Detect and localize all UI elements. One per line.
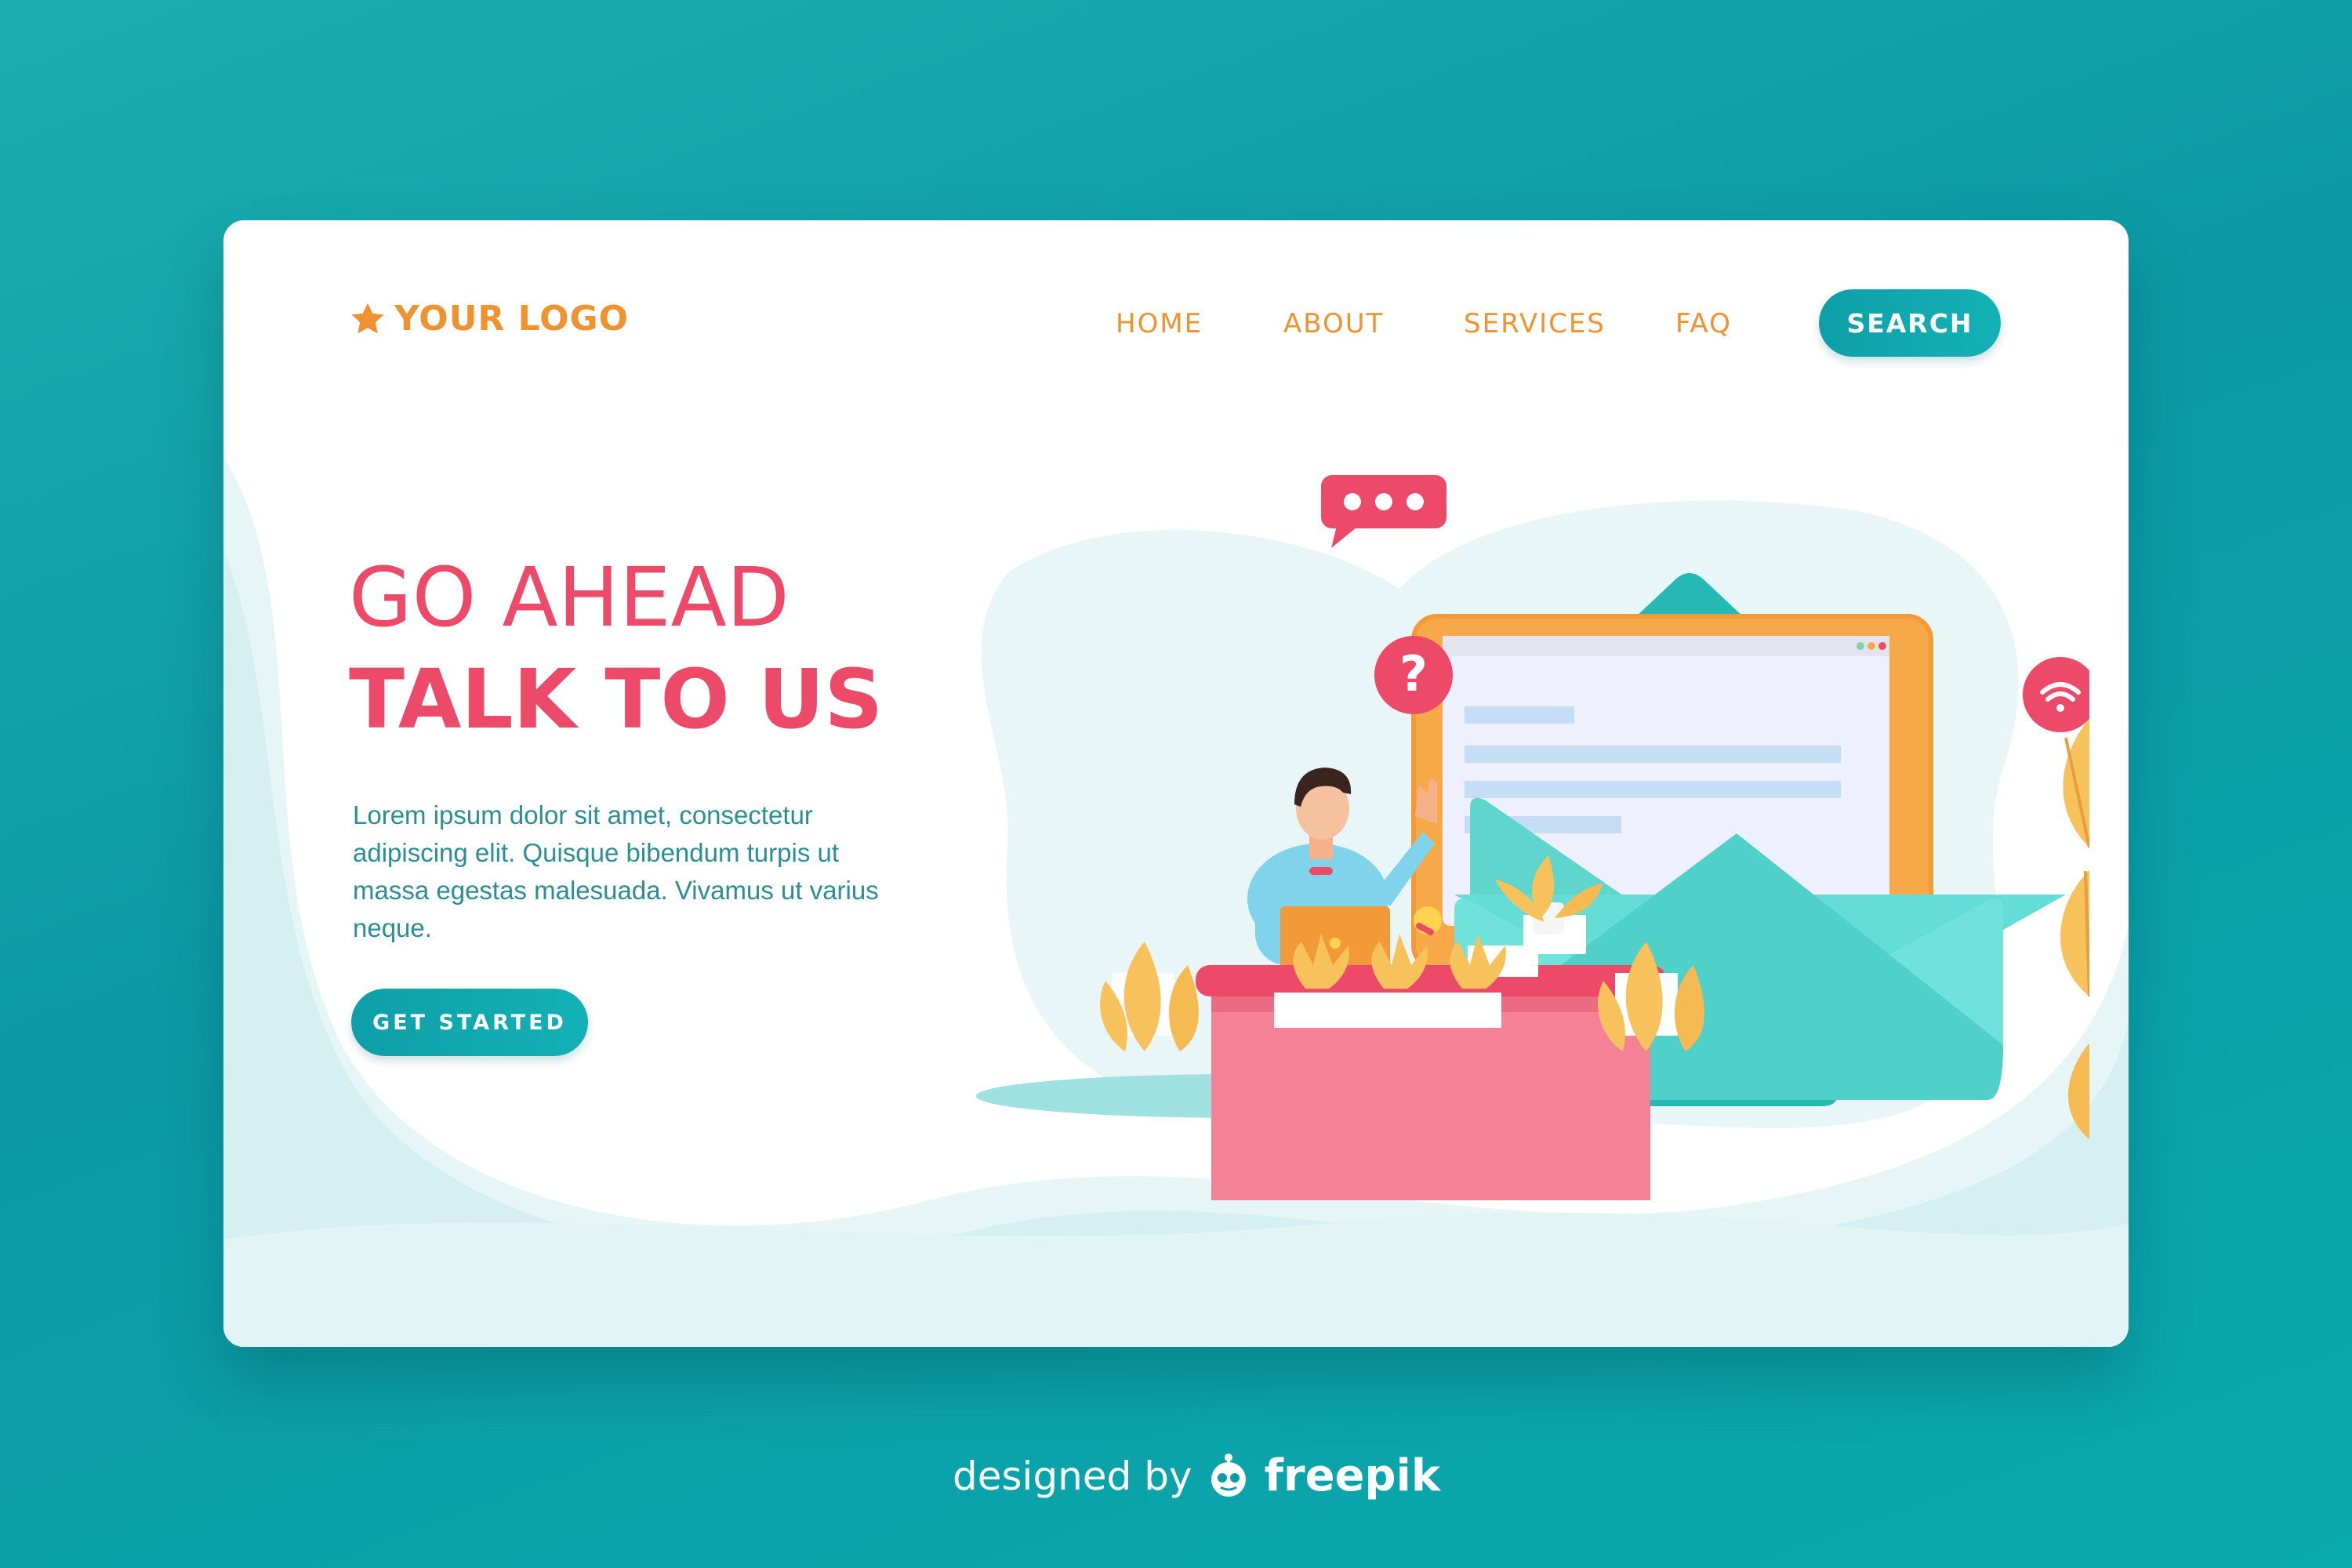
credit: designed by freepik bbox=[953, 1450, 1440, 1501]
hero-title-line1: GO AHEAD bbox=[349, 550, 789, 645]
freepik-logo-icon bbox=[1210, 1453, 1246, 1497]
credit-brand: freepik bbox=[1264, 1450, 1441, 1501]
wifi-icon bbox=[2023, 657, 2089, 732]
logo[interactable]: YOUR LOGO bbox=[349, 299, 629, 339]
question-icon: ? bbox=[1374, 636, 1453, 714]
nav-item-about[interactable]: ABOUT bbox=[1283, 308, 1384, 339]
svg-text:?: ? bbox=[1399, 645, 1428, 702]
plant-icon bbox=[2060, 718, 2089, 1140]
contact-illustration: ? bbox=[976, 475, 2089, 1200]
chat-bubble-icon bbox=[1321, 475, 1446, 548]
hero-title-line2: TALK TO US bbox=[349, 652, 884, 747]
landing-card: YOUR LOGO HOME ABOUT SERVICES FAQ SEARCH… bbox=[223, 220, 2129, 1347]
hero-description: Lorem ipsum dolor sit amet, consectetur … bbox=[353, 800, 879, 942]
get-started-button[interactable]: GET STARTED bbox=[351, 989, 588, 1056]
nav-item-services[interactable]: SERVICES bbox=[1464, 308, 1606, 339]
credit-designed-by: designed by bbox=[953, 1453, 1192, 1499]
nav-item-faq[interactable]: FAQ bbox=[1675, 308, 1732, 339]
search-button[interactable]: SEARCH bbox=[1819, 289, 2001, 357]
nav-item-home[interactable]: HOME bbox=[1116, 308, 1203, 339]
star-icon bbox=[351, 303, 384, 333]
logo-text: YOUR LOGO bbox=[394, 299, 630, 339]
